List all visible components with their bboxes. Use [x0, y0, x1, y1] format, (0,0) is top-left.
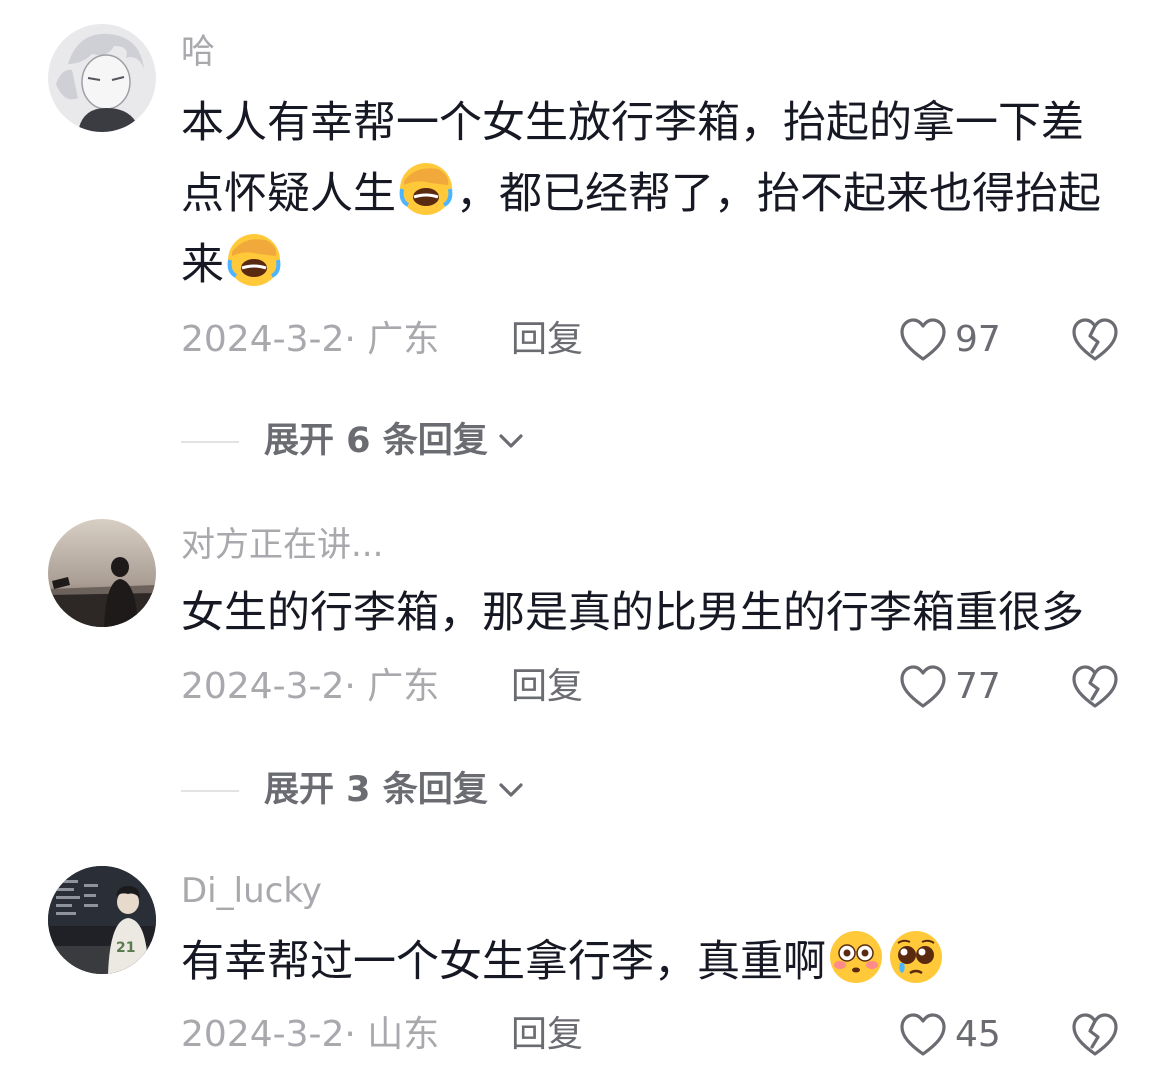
- broken-heart-icon: [1072, 1013, 1118, 1056]
- heart-outline-icon: [900, 1013, 946, 1056]
- facepalm-laugh-emoji-icon: [398, 161, 454, 217]
- date-location: 2024-3-2· 山东: [181, 1014, 440, 1055]
- flushed-face-emoji-icon: [828, 929, 884, 985]
- dislike-button[interactable]: [1071, 316, 1119, 364]
- reply-button[interactable]: 回复: [511, 1010, 583, 1060]
- heart-outline-icon: [900, 318, 946, 361]
- heart-outline-icon: [900, 665, 946, 708]
- avatar[interactable]: [48, 519, 156, 627]
- dislike-button[interactable]: [1071, 663, 1119, 711]
- username[interactable]: Di_lucky: [181, 871, 322, 911]
- comment-text-part: 有幸帮过一个女生拿行李，真重啊: [181, 937, 826, 987]
- chevron-down-icon: [499, 434, 523, 448]
- comment-text: 本人有幸帮一个女生放行李箱，抬起的拿一下差点怀疑人生 ，都已经帮了，抬不起来也得抬…: [181, 88, 1111, 301]
- username[interactable]: 哈: [181, 32, 215, 72]
- avatar-image: [48, 24, 156, 132]
- avatar[interactable]: 21: [48, 866, 156, 974]
- broken-heart-icon: [1072, 318, 1118, 361]
- avatar-image: [48, 519, 156, 627]
- comment-meta: 2024-3-2· 山东 回复 45: [181, 1010, 1141, 1060]
- expand-replies-button[interactable]: 展开 6 条回复: [181, 416, 681, 466]
- comment-text: 有幸帮过一个女生拿行李，真重啊: [181, 927, 1111, 998]
- divider: [181, 441, 239, 443]
- expand-replies-button[interactable]: 展开 3 条回复: [181, 765, 681, 815]
- avatar[interactable]: [48, 24, 156, 132]
- pleading-face-emoji-icon: [888, 929, 944, 985]
- comment-text: 女生的行李箱，那是真的比男生的行李箱重很多: [181, 588, 1084, 638]
- expand-replies-label: 展开 3 条回复: [264, 770, 488, 810]
- avatar-image: 21: [48, 866, 156, 974]
- like-count: 77: [955, 666, 1001, 707]
- reply-button[interactable]: 回复: [511, 662, 583, 712]
- expand-replies-label: 展开 6 条回复: [264, 421, 488, 461]
- username[interactable]: 对方正在讲...: [181, 525, 383, 565]
- facepalm-laugh-emoji-icon: [226, 232, 282, 288]
- divider: [181, 790, 239, 792]
- date-location: 2024-3-2· 广东: [181, 319, 440, 360]
- dislike-button[interactable]: [1071, 1011, 1119, 1059]
- like-count: 45: [955, 1014, 1001, 1055]
- svg-text:21: 21: [116, 940, 135, 956]
- comment-meta: 2024-3-2· 广东 回复 97: [181, 315, 1141, 365]
- comment-meta: 2024-3-2· 广东 回复 77: [181, 662, 1141, 712]
- chevron-down-icon: [499, 783, 523, 797]
- date-location: 2024-3-2· 广东: [181, 666, 440, 707]
- like-count: 97: [955, 319, 1001, 360]
- broken-heart-icon: [1072, 665, 1118, 708]
- reply-button[interactable]: 回复: [511, 315, 583, 365]
